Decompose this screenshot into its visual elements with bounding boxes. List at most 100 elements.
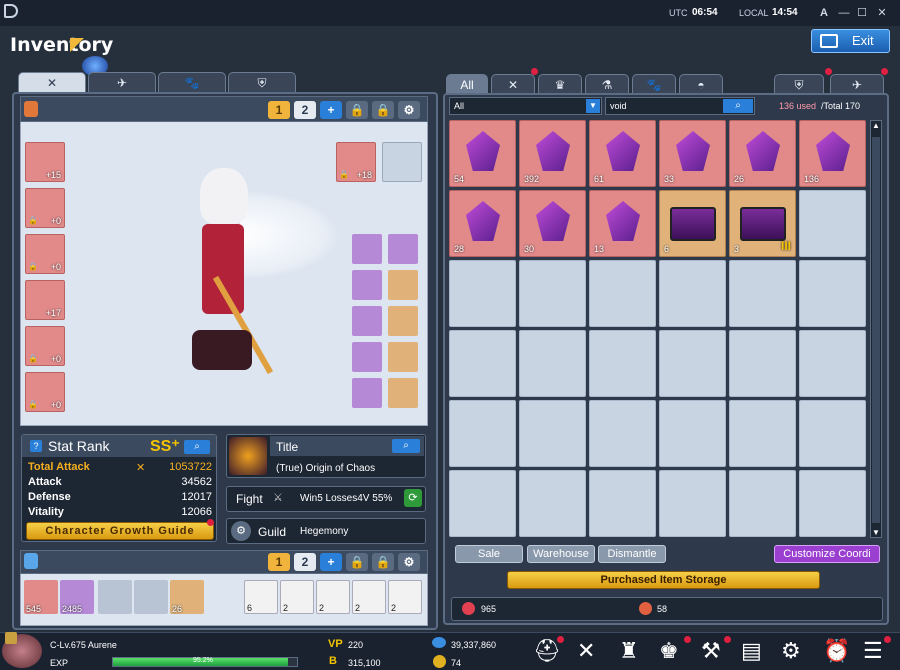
tab-shield[interactable]: ⛨ (228, 72, 296, 92)
inventory-empty-slot[interactable] (729, 400, 796, 467)
tab-bag[interactable]: ◓ (679, 74, 723, 94)
inventory-item[interactable]: 33 (659, 120, 726, 187)
equip-slot-shoes[interactable]: 🔒 +0 (25, 326, 65, 366)
tab-costume[interactable]: ⛨ (774, 74, 824, 94)
tab-equipment[interactable]: ✕ (18, 72, 86, 92)
helmet-menu-icon[interactable]: ⛑ (533, 638, 561, 664)
accessory-slot[interactable] (388, 342, 418, 372)
scroll-up-icon[interactable]: ▲ (872, 121, 880, 130)
accessory-slot[interactable] (388, 270, 418, 300)
inventory-empty-slot[interactable] (729, 260, 796, 327)
maximize-icon[interactable]: ☐ (854, 5, 870, 21)
inventory-item[interactable]: 61 (589, 120, 656, 187)
inventory-empty-slot[interactable] (729, 470, 796, 537)
quickslot-item[interactable]: 545 (24, 580, 58, 614)
tab-wings[interactable]: ✈ (88, 72, 156, 92)
inventory-item[interactable]: 6 (659, 190, 726, 257)
inventory-item[interactable]: 28 (449, 190, 516, 257)
search-icon[interactable]: ⌕ (184, 440, 210, 454)
inventory-empty-slot[interactable] (519, 260, 586, 327)
accessory-slot[interactable] (352, 306, 382, 336)
inventory-item[interactable]: 54 (449, 120, 516, 187)
tab-pet[interactable]: 🐾 (158, 72, 226, 92)
inventory-empty-slot[interactable] (659, 330, 726, 397)
quickslot-item[interactable]: 2485 (60, 580, 94, 614)
equip-slot-cape[interactable]: 🔒 +0 (25, 372, 65, 412)
emote-slot[interactable]: 2 (352, 580, 386, 614)
inventory-item[interactable]: 392 (519, 120, 586, 187)
inventory-empty-slot[interactable] (589, 400, 656, 467)
preset-page-2[interactable]: 2 (294, 101, 316, 119)
title-search-icon[interactable]: ⌕ (392, 439, 420, 453)
exit-button[interactable]: Exit (811, 29, 890, 53)
quickslot-item[interactable]: 26 (170, 580, 204, 614)
accessory-slot[interactable] (352, 342, 382, 372)
sale-button[interactable]: Sale (455, 545, 523, 563)
emote-slot[interactable]: 2 (388, 580, 422, 614)
inventory-item[interactable]: 30 (519, 190, 586, 257)
forge-menu-icon[interactable]: ⚒ (701, 638, 721, 664)
accessory-slot[interactable] (352, 234, 382, 264)
emote-slot[interactable]: 2 (316, 580, 350, 614)
warehouse-button[interactable]: Warehouse (527, 545, 595, 563)
inventory-empty-slot[interactable] (449, 400, 516, 467)
search-icon[interactable]: ⌕ (723, 99, 753, 113)
refresh-icon[interactable]: ⟳ (404, 489, 422, 507)
inventory-scrollbar[interactable]: ▲ ▼ (870, 120, 882, 538)
guild-menu-icon[interactable]: ⚙ (781, 638, 801, 664)
tab-mount[interactable]: ✈ (830, 74, 884, 94)
inventory-empty-slot[interactable] (659, 400, 726, 467)
inventory-empty-slot[interactable] (799, 260, 866, 327)
tab-equip[interactable]: ✕ (491, 74, 535, 94)
add-quick-button[interactable]: + (320, 553, 342, 571)
inventory-empty-slot[interactable] (519, 400, 586, 467)
ranking-menu-icon[interactable]: ♜ (619, 638, 639, 664)
scrollbar-thumb[interactable] (872, 137, 880, 523)
lock-icon[interactable]: 🔒 (372, 553, 394, 571)
search-field[interactable]: void ⌕ (605, 97, 755, 115)
equip-slot-gloves[interactable]: +17 (25, 280, 65, 320)
dismantle-button[interactable]: Dismantle (598, 545, 666, 563)
inventory-item[interactable]: 26 (729, 120, 796, 187)
customize-coordi-button[interactable]: Customize Coordi (774, 545, 880, 563)
quickslot-empty[interactable] (98, 580, 132, 614)
tab-pet-items[interactable]: 🐾 (632, 74, 676, 94)
inventory-empty-slot[interactable] (659, 260, 726, 327)
minimize-icon[interactable]: — (836, 5, 852, 21)
tab-all[interactable]: All (446, 74, 488, 94)
accessory-slot[interactable] (388, 306, 418, 336)
tab-potion[interactable]: ⚗ (585, 74, 629, 94)
lock-icon[interactable]: 🔒 (346, 101, 368, 119)
megaphone-icon[interactable] (4, 4, 18, 18)
inventory-empty-slot[interactable] (659, 470, 726, 537)
inventory-empty-slot[interactable] (589, 330, 656, 397)
inventory-empty-slot[interactable] (519, 330, 586, 397)
quick-page-2[interactable]: 2 (294, 553, 316, 571)
shop-menu-icon[interactable]: ♚ (659, 638, 679, 664)
preset-page-1[interactable]: 1 (268, 101, 290, 119)
inventory-item[interactable]: III 3 (729, 190, 796, 257)
inventory-item[interactable]: 13 (589, 190, 656, 257)
skill-menu-icon[interactable]: ✕ (577, 638, 595, 664)
inventory-empty-slot[interactable] (519, 470, 586, 537)
inventory-empty-slot[interactable] (799, 470, 866, 537)
hamburger-menu-icon[interactable]: ☰ (863, 638, 883, 664)
lock-icon-2[interactable]: 🔒 (372, 101, 394, 119)
clock-menu-icon[interactable]: ⏰ (823, 638, 850, 664)
inventory-empty-slot[interactable] (449, 330, 516, 397)
book-menu-icon[interactable]: ▤ (741, 638, 762, 664)
equip-slot-bottom[interactable]: 🔒 +0 (25, 234, 65, 274)
accessory-slot[interactable] (352, 378, 382, 408)
settings-gear-icon[interactable]: ⚙ (398, 101, 420, 119)
inventory-empty-slot[interactable] (729, 330, 796, 397)
inventory-empty-slot[interactable] (799, 330, 866, 397)
help-icon[interactable]: ? (30, 440, 42, 452)
accessory-slot[interactable] (388, 378, 418, 408)
equip-slot-helmet[interactable]: +15 (25, 142, 65, 182)
language-button[interactable]: A (816, 5, 832, 21)
quickslot-empty[interactable] (134, 580, 168, 614)
settings-gear-icon[interactable]: ⚙ (398, 553, 420, 571)
lock-icon[interactable]: 🔒 (346, 553, 368, 571)
purchased-storage-button[interactable]: Purchased Item Storage (507, 571, 820, 589)
equip-slot-sub[interactable] (382, 142, 422, 182)
